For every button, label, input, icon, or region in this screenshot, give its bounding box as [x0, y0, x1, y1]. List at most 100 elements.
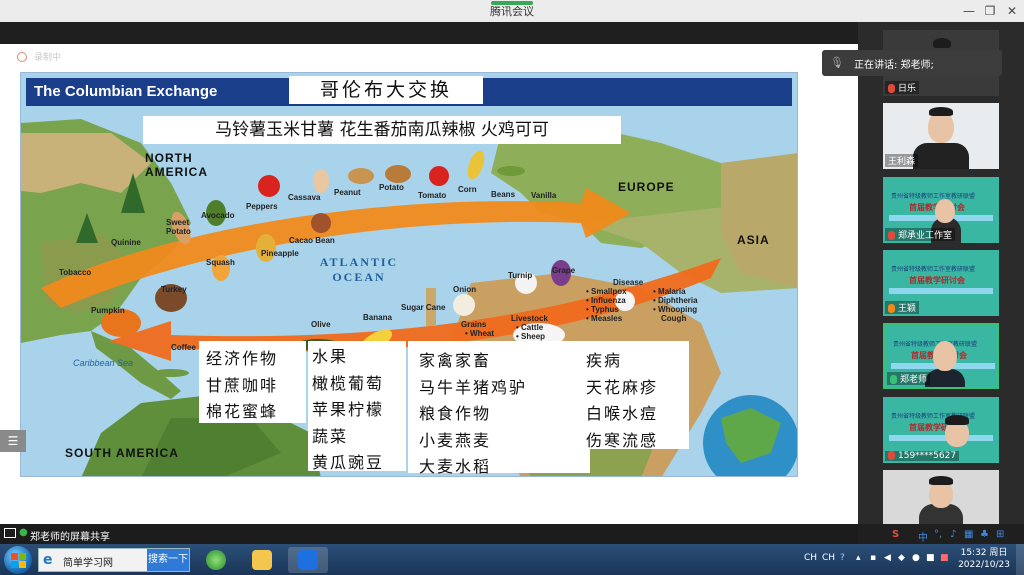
item-corn: Corn — [458, 185, 477, 194]
speaking-indicator: 🎙 正在讲话: 郑老师; — [822, 50, 1002, 76]
new-world-crops-banner: 马铃薯玉米甘薯 花生番茄南瓜辣椒 火鸡可可 — [143, 116, 621, 144]
speaking-label: 正在讲话: 郑老师; — [854, 60, 934, 71]
tray-alert-icon[interactable]: ■ — [940, 553, 949, 563]
cn-line: 苹果柠檬 — [312, 400, 385, 419]
participant-tile[interactable]: 贵州省特级教师工作室教研联盟 首届教学研讨会 王颖 — [883, 250, 999, 316]
cn-line: 天花麻疹 — [586, 378, 659, 397]
item-cacao-bean: Cacao Bean — [289, 236, 335, 245]
participant-name: 郑承业工作室 — [885, 228, 956, 241]
punctuation-icon[interactable]: °, — [934, 529, 942, 540]
shared-screen-topbar: 录制中 — [0, 44, 858, 66]
taskbar-app-tencent-meeting[interactable] — [288, 547, 328, 573]
taskbar-app-explorer[interactable] — [242, 547, 282, 573]
item-tobacco: Tobacco — [59, 268, 92, 277]
cn-line: 粮食作物 — [419, 404, 492, 423]
item-olive: Olive — [311, 320, 331, 329]
cn-line: 经济作物 — [206, 349, 279, 368]
label-europe: EUROPE — [618, 180, 675, 194]
mic-muted-icon — [888, 84, 895, 93]
label-atlantic-ocean: ATLANTIC OCEAN — [319, 255, 399, 284]
side-panel-toggle-icon[interactable]: ☰ — [0, 430, 26, 452]
sogou-logo-icon[interactable]: S — [892, 529, 899, 540]
participant-name: 159****5627 — [885, 451, 960, 461]
participant-tile[interactable] — [883, 470, 999, 524]
search-button[interactable]: 搜索一下 — [147, 549, 189, 571]
participant-name: 王颖 — [885, 301, 920, 314]
columbian-exchange-slide: The Columbian Exchange 哥伦布大交换 马铃薯玉米甘薯 花生… — [20, 72, 798, 477]
window-title: 腾讯会议 — [490, 5, 534, 18]
cn-line: 甘蔗咖啡 — [206, 376, 279, 395]
slide-title-cn: 哥伦布大交换 — [289, 76, 483, 104]
help-icon[interactable]: ? — [840, 553, 845, 563]
item-influenza: • Influenza — [586, 296, 626, 305]
screen-share-status-bar: ● 郑老师的屏幕共享 — [0, 524, 858, 544]
restore-button[interactable]: ❐ — [981, 2, 999, 20]
item-grape: Grape — [552, 266, 576, 275]
windows-taskbar: e 简单学习网 搜索一下 CH CH ? ▴ ▪ ◀ ◆ ● ■ ■ 15:32… — [0, 544, 1024, 575]
microphone-icon: ● — [19, 527, 28, 538]
language-indicator[interactable]: CH — [804, 553, 817, 563]
item-sugar-cane: Sugar Cane — [401, 303, 446, 312]
ie-browser-icon: e — [43, 552, 53, 568]
start-button[interactable] — [4, 546, 32, 574]
360-browser-icon — [206, 550, 226, 570]
participant-tile[interactable]: 贵州省特级教师工作室教研联盟 首届教学研讨会 郑承业工作室 — [883, 177, 999, 243]
item-onion: Onion — [453, 285, 477, 294]
mic-on-icon — [890, 375, 897, 384]
taskbar-app-360[interactable] — [196, 547, 236, 573]
mic-muted-icon — [888, 231, 895, 240]
show-desktop-button[interactable] — [1016, 544, 1024, 575]
label-north-america: NORTH AMERICA — [145, 151, 208, 179]
participant-name: 郑老师 — [887, 372, 931, 385]
item-pumpkin: Pumpkin — [91, 306, 125, 315]
tray-app-icon[interactable]: ● — [912, 553, 920, 563]
cn-line: 水果 — [312, 347, 349, 366]
item-sheep: • Sheep — [516, 332, 546, 341]
label-caribbean-sea: Caribbean Sea — [73, 358, 134, 368]
cn-line: 小麦燕麦 — [419, 431, 492, 450]
folder-icon — [252, 550, 272, 570]
toolbox-icon[interactable]: ⊞ — [996, 529, 1004, 540]
shared-screen: 录制中 The Columbian Exchange 哥伦布大交换 马铃薯玉米甘… — [0, 44, 858, 524]
item-quinine: Quinine — [111, 238, 141, 247]
network-icon[interactable]: ▪ — [870, 553, 876, 563]
item-tomato: Tomato — [418, 191, 447, 200]
item-peppers: Peppers — [246, 202, 278, 211]
item-grains: Grains — [461, 320, 487, 329]
taskbar-browser-search[interactable]: e 简单学习网 搜索一下 — [38, 548, 190, 572]
browser-site-name: 简单学习网 — [63, 558, 113, 569]
participant-tile-active-speaker[interactable]: 贵州省特级教师工作室教研联盟 首届教学研讨会 郑老师 — [883, 323, 999, 389]
volume-icon[interactable]: ◀ — [884, 553, 891, 563]
voice-input-icon[interactable]: ♪ — [950, 529, 956, 540]
screen-share-label: 郑老师的屏幕共享 — [30, 532, 110, 543]
item-coffee: Coffee — [171, 343, 196, 352]
poster-subtitle: 贵州省特级教师工作室教研联盟 — [891, 193, 976, 200]
poster-subtitle: 贵州省特级教师工作室教研联盟 — [891, 266, 976, 273]
item-squash: Squash — [206, 258, 235, 267]
tray-arrow-icon[interactable]: ▴ — [856, 553, 861, 563]
item-diphtheria: • Diphtheria — [653, 296, 698, 305]
cn-line: 大麦水稻 — [419, 457, 492, 476]
tray-app-icon[interactable]: ■ — [926, 553, 935, 563]
chinese-mode-icon[interactable]: 中 — [918, 529, 928, 544]
item-turkey: Turkey — [161, 285, 187, 294]
skin-icon[interactable]: ♣ — [980, 529, 989, 540]
clock-time: 15:32 周日 — [960, 548, 1008, 558]
item-banana: Banana — [363, 313, 392, 322]
system-clock[interactable]: 15:32 周日 2022/10/23 — [955, 547, 1013, 571]
minimize-button[interactable]: — — [960, 2, 978, 20]
cn-line: 白喉水痘 — [586, 404, 659, 423]
input-method-toolbar: S 中 °, ♪ ▦ ♣ ⊞ — [890, 524, 1024, 544]
close-button[interactable]: ✕ — [1003, 2, 1021, 20]
cn-line: 伤寒流感 — [586, 431, 659, 450]
participant-tile[interactable]: 贵州省特级教师工作室教研联盟 首届教学研讨会 159****5627 — [883, 397, 999, 463]
item-avocado: Avocado — [201, 211, 235, 220]
keyboard-icon[interactable]: ▦ — [964, 529, 973, 540]
cn-line: 家禽家畜 — [419, 351, 492, 370]
tray-app-icon[interactable]: ◆ — [898, 553, 905, 563]
ime-indicator[interactable]: CH — [822, 553, 835, 563]
item-whooping: • Whooping — [653, 305, 698, 314]
participant-name: 日乐 — [885, 81, 920, 94]
participant-tile[interactable]: 王利森 — [883, 103, 999, 169]
user-icon — [888, 304, 895, 313]
